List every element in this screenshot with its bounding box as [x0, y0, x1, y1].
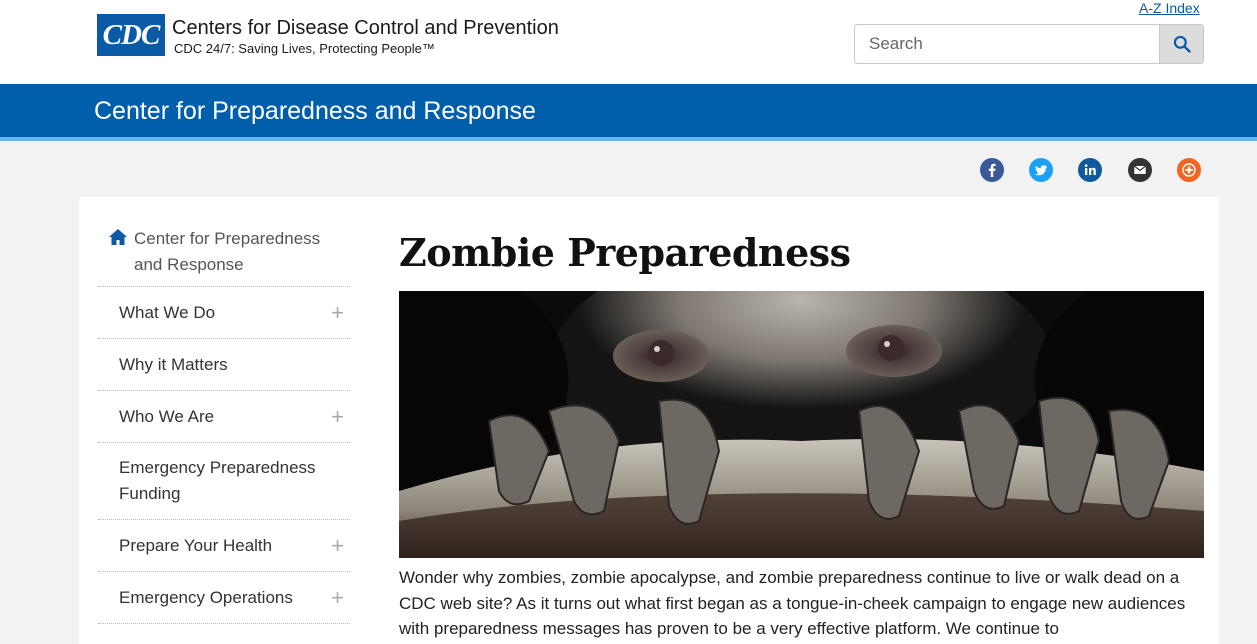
expand-plus-icon[interactable]: +: [331, 585, 344, 611]
sidenav-item-label: Prepare Your Health: [119, 535, 273, 555]
sidenav-item-label: Emergency Operations: [119, 587, 293, 607]
page-title: Zombie Preparedness: [399, 230, 851, 275]
sidenav-item-why-it-matters[interactable]: Why it Matters: [98, 339, 350, 391]
facebook-icon[interactable]: [980, 158, 1004, 182]
expand-plus-icon[interactable]: +: [331, 300, 344, 326]
site-header: CDC Centers for Disease Control and Prev…: [0, 0, 1257, 84]
sidenav-item-emergency-operations[interactable]: Emergency Operations +: [98, 572, 350, 624]
site-banner: Center for Preparedness and Response: [0, 84, 1257, 141]
sidenav-item-what-we-do[interactable]: What We Do +: [98, 287, 350, 339]
twitter-icon[interactable]: [1029, 158, 1053, 182]
search-input[interactable]: [855, 25, 1159, 63]
org-name[interactable]: Centers for Disease Control and Preventi…: [172, 17, 559, 40]
sidenav-item-emergency-preparedness-funding[interactable]: Emergency Preparedness Funding: [98, 443, 350, 520]
sidenav-item-label: Emergency Preparedness Funding: [119, 458, 316, 503]
search-button[interactable]: [1159, 25, 1203, 63]
expand-plus-icon[interactable]: +: [331, 404, 344, 430]
sidenav-item-prepare-your-health[interactable]: Prepare Your Health +: [98, 520, 350, 572]
search-icon: [1173, 35, 1191, 53]
linkedin-icon[interactable]: [1078, 158, 1102, 182]
expand-plus-icon[interactable]: +: [331, 533, 344, 559]
sidenav-item-label: What We Do: [119, 302, 216, 322]
hero-image-zombie: [399, 291, 1204, 558]
tagline: CDC 24/7: Saving Lives, Protecting Peopl…: [174, 41, 435, 56]
intro-paragraph: Wonder why zombies, zombie apocalypse, a…: [399, 568, 1186, 638]
home-icon: [109, 229, 127, 245]
email-icon[interactable]: [1128, 158, 1152, 182]
sidenav-item-label: Who We Are: [119, 406, 215, 426]
banner-title[interactable]: Center for Preparedness and Response: [94, 97, 536, 126]
side-navigation: Center for Preparedness and Response Wha…: [98, 220, 350, 624]
sidenav-item-who-we-are[interactable]: Who We Are +: [98, 391, 350, 443]
sidenav-home[interactable]: Center for Preparedness and Response: [98, 220, 350, 287]
az-index-link[interactable]: A-Z Index: [1139, 0, 1200, 16]
logo-text: CDC: [102, 18, 161, 51]
cdc-logo[interactable]: CDC: [97, 14, 165, 56]
search-box: [854, 24, 1204, 64]
sidenav-item-label: Why it Matters: [119, 354, 228, 374]
sidenav-home-label: Center for Preparedness and Response: [134, 229, 321, 274]
syndicate-icon[interactable]: [1177, 158, 1201, 182]
